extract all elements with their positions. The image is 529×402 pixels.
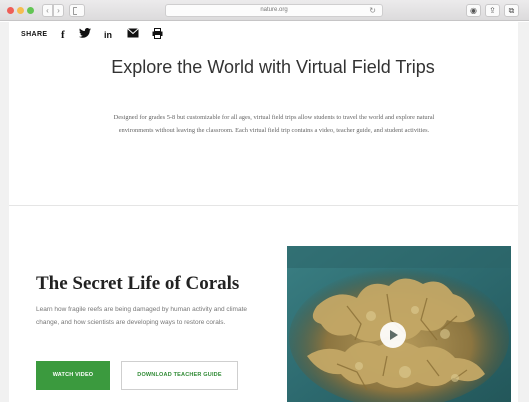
page-title: Explore the World with Virtual Field Tri… [111, 57, 435, 77]
email-icon[interactable] [127, 28, 139, 42]
download-teacher-guide-button[interactable]: DOWNLOAD TEACHER GUIDE [121, 361, 238, 390]
chevron-left-icon: ‹ [46, 6, 49, 15]
reload-icon[interactable]: ↻ [369, 5, 376, 16]
hero-description: Designed for grades 5-8 but customizable… [113, 114, 435, 134]
forward-button[interactable]: › [53, 4, 64, 17]
print-icon[interactable] [152, 28, 163, 42]
url-text: nature.org [260, 7, 288, 13]
section-divider [9, 205, 518, 206]
close-window-button[interactable] [7, 7, 14, 14]
coral-video[interactable] [287, 246, 511, 402]
feature-title: The Secret Life of Corals [36, 273, 240, 294]
twitter-icon[interactable] [79, 28, 91, 42]
page-right-margin [518, 22, 529, 402]
share-label: SHARE [21, 31, 48, 38]
fullscreen-window-button[interactable] [27, 7, 34, 14]
tabs-icon[interactable]: ⧉ [504, 4, 519, 17]
facebook-icon[interactable]: f [61, 28, 65, 42]
watch-video-button[interactable]: WATCH VIDEO [36, 361, 110, 390]
chevron-right-icon: › [57, 6, 60, 15]
linkedin-icon[interactable]: in [104, 28, 112, 42]
browser-toolbar: ‹ › nature.org ↻ ◉ ⇪ ⧉ [0, 0, 529, 21]
play-icon[interactable] [380, 322, 406, 348]
back-button[interactable]: ‹ [42, 4, 53, 17]
share-icon[interactable]: ⇪ [485, 4, 500, 17]
feature-description: Learn how fragile reefs are being damage… [36, 306, 248, 326]
page-left-margin [0, 22, 9, 402]
extension-icon[interactable]: ◉ [466, 4, 481, 17]
sidebar-toggle-button[interactable] [69, 4, 85, 17]
minimize-window-button[interactable] [17, 7, 24, 14]
address-bar[interactable]: nature.org ↻ [165, 4, 383, 17]
share-bar: SHARE f in [9, 22, 518, 48]
